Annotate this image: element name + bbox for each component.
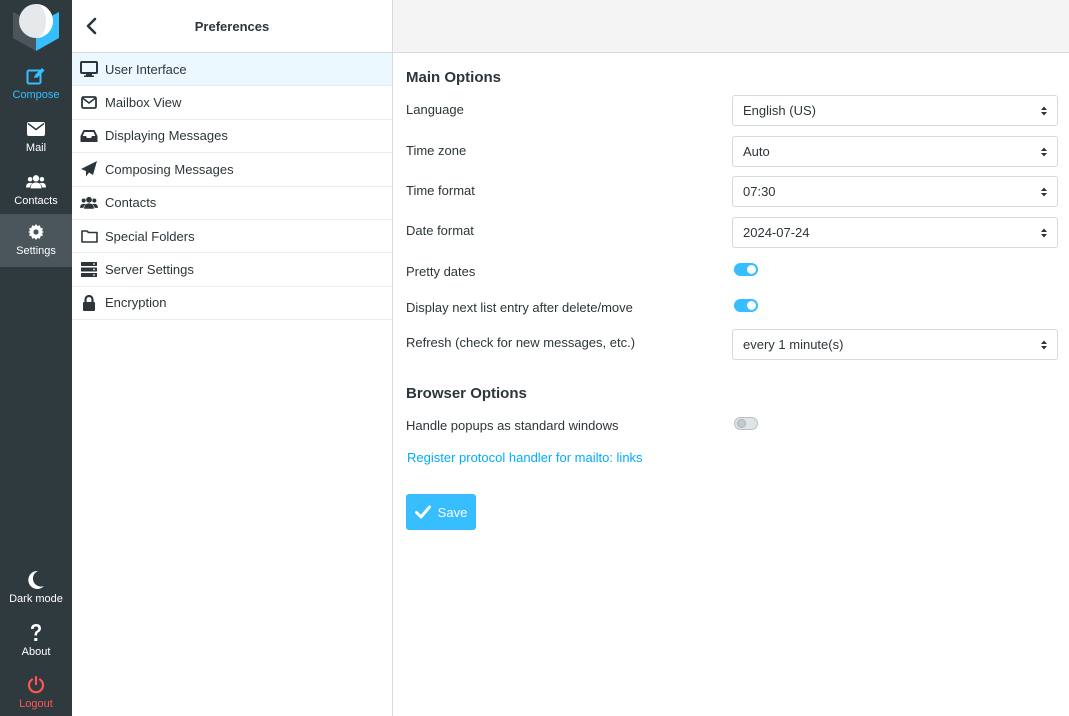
compose-icon <box>26 66 46 86</box>
preferences-header: Preferences <box>72 0 392 53</box>
pref-item-label: Mailbox View <box>105 95 182 111</box>
pref-item-special-folders[interactable]: Special Folders <box>72 220 392 254</box>
time-format-select[interactable]: 07:30 <box>732 176 1058 207</box>
pref-item-label: Composing Messages <box>105 161 234 177</box>
select-arrows-icon <box>1041 187 1047 197</box>
paper-plane-icon <box>80 160 98 178</box>
nav-contacts[interactable]: Contacts <box>0 164 72 216</box>
toggle-knob <box>747 301 756 310</box>
save-button-label: Save <box>437 504 468 520</box>
date-format-label: Date format <box>406 223 474 238</box>
pref-item-label: Server Settings <box>105 262 194 278</box>
settings-content: Main Options Language English (US) Time … <box>393 0 1069 716</box>
pretty-dates-toggle[interactable] <box>734 263 758 276</box>
language-value: English (US) <box>743 103 816 118</box>
register-mailto-link[interactable]: Register protocol handler for mailto: li… <box>407 450 643 465</box>
folder-icon <box>80 227 98 245</box>
select-arrows-icon <box>1041 106 1047 116</box>
inbox-icon <box>80 127 98 145</box>
envelope-icon <box>80 94 98 112</box>
pref-item-server-settings[interactable]: Server Settings <box>72 253 392 287</box>
next-entry-toggle[interactable] <box>734 299 758 312</box>
language-select[interactable]: English (US) <box>732 95 1058 126</box>
refresh-value: every 1 minute(s) <box>743 337 844 352</box>
lock-icon <box>80 294 98 312</box>
monitor-icon <box>80 60 98 78</box>
select-arrows-icon <box>1041 147 1047 157</box>
date-format-select[interactable]: 2024-07-24 <box>732 217 1058 248</box>
pref-item-label: Special Folders <box>105 228 195 244</box>
pref-item-displaying-messages[interactable]: Displaying Messages <box>72 120 392 154</box>
pref-item-mailbox-view[interactable]: Mailbox View <box>72 86 392 120</box>
select-arrows-icon <box>1041 228 1047 238</box>
question-icon <box>26 623 46 643</box>
main-nav: Compose Mail Contacts Settings Dark mode… <box>0 0 72 716</box>
moon-icon <box>26 570 46 590</box>
content-header <box>393 0 1069 53</box>
save-button[interactable]: Save <box>406 494 476 530</box>
nav-dark-mode[interactable]: Dark mode <box>0 562 72 614</box>
popups-toggle[interactable] <box>734 417 758 430</box>
server-icon <box>80 261 98 279</box>
users-icon <box>80 194 98 212</box>
nav-logout[interactable]: Logout <box>0 667 72 716</box>
page-title: Preferences <box>194 19 270 34</box>
pref-item-label: User Interface <box>105 61 187 77</box>
date-format-value: 2024-07-24 <box>743 225 810 240</box>
users-icon <box>26 172 46 192</box>
refresh-select[interactable]: every 1 minute(s) <box>732 329 1058 360</box>
timezone-label: Time zone <box>406 143 467 158</box>
preferences-panel: Preferences User Interface Mailbox View … <box>72 0 393 716</box>
nav-compose-label: Compose <box>12 89 60 101</box>
nav-dark-mode-label: Dark mode <box>9 593 63 605</box>
pref-item-encryption[interactable]: Encryption <box>72 287 392 321</box>
toggle-knob <box>737 419 746 428</box>
pref-item-label: Contacts <box>105 195 157 211</box>
nav-contacts-label: Contacts <box>14 195 58 207</box>
next-entry-label: Display next list entry after delete/mov… <box>406 300 633 315</box>
power-icon <box>26 675 46 695</box>
nav-mail[interactable]: Mail <box>0 111 72 163</box>
nav-settings-label: Settings <box>16 245 56 257</box>
nav-about[interactable]: About <box>0 615 72 667</box>
select-arrows-icon <box>1041 340 1047 350</box>
nav-compose[interactable]: Compose <box>0 58 72 110</box>
pref-item-contacts[interactable]: Contacts <box>72 187 392 220</box>
main-options-title: Main Options <box>406 69 501 86</box>
language-label: Language <box>406 102 464 117</box>
pref-item-user-interface[interactable]: User Interface <box>72 53 392 87</box>
gear-icon <box>26 222 46 242</box>
refresh-label: Refresh (check for new messages, etc.) <box>406 335 636 350</box>
time-format-value: 07:30 <box>743 184 776 199</box>
toggle-knob <box>747 265 756 274</box>
timezone-select[interactable]: Auto <box>732 136 1058 167</box>
time-format-label: Time format <box>406 183 475 198</box>
nav-mail-label: Mail <box>25 142 47 154</box>
envelope-icon <box>26 119 46 139</box>
checkmark-icon <box>414 505 431 519</box>
pretty-dates-label: Pretty dates <box>406 264 476 279</box>
nav-settings[interactable]: Settings <box>0 214 72 267</box>
popups-label: Handle popups as standard windows <box>406 418 619 433</box>
roundcube-logo[interactable] <box>10 2 62 52</box>
nav-about-label: About <box>21 646 51 658</box>
timezone-value: Auto <box>743 144 770 159</box>
pref-item-composing-messages[interactable]: Composing Messages <box>72 153 392 187</box>
pref-item-label: Displaying Messages <box>105 128 228 144</box>
browser-options-title: Browser Options <box>406 385 527 402</box>
nav-logout-label: Logout <box>19 698 53 710</box>
pref-item-label: Encryption <box>105 295 167 311</box>
